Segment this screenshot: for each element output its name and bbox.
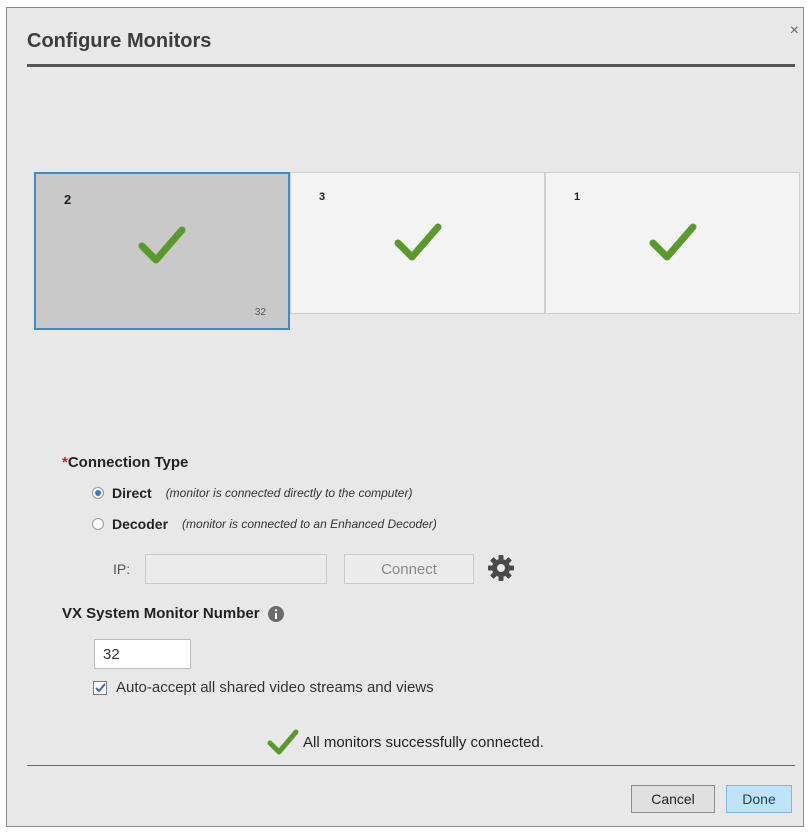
radio-hint-decoder: (monitor is connected to an Enhanced Dec… [182, 517, 437, 531]
monitor-number: 1 [574, 191, 581, 203]
monitor-number: 2 [64, 192, 72, 207]
footer-divider [27, 765, 795, 766]
close-icon[interactable]: × [790, 22, 799, 40]
monitor-vx-number: 32 [254, 307, 266, 318]
connect-button[interactable]: Connect [344, 554, 474, 584]
status-message: All monitors successfully connected. [303, 733, 544, 751]
monitor-tile-2[interactable]: 2 32 [34, 172, 290, 330]
radio-decoder[interactable]: Decoder (monitor is connected to an Enha… [92, 516, 437, 532]
monitor-tile-1[interactable]: 1 [545, 172, 800, 314]
monitor-number: 3 [319, 191, 326, 203]
radio-button-decoder[interactable] [92, 518, 104, 530]
radio-hint-direct: (monitor is connected directly to the co… [165, 486, 413, 500]
ip-input[interactable] [145, 554, 327, 584]
success-check-icon [267, 729, 299, 755]
check-icon [394, 223, 441, 261]
vx-monitor-number-input[interactable]: 32 [94, 639, 191, 669]
radio-button-direct[interactable] [92, 487, 104, 499]
ip-label: IP: [113, 561, 131, 577]
connection-status: All monitors successfully connected. [267, 729, 544, 755]
dialog-title: Configure Monitors [27, 30, 212, 52]
radio-direct[interactable]: Direct (monitor is connected directly to… [92, 485, 412, 501]
connection-type-label: *Connection Type [62, 454, 189, 471]
checkmark-icon [94, 682, 106, 692]
auto-accept-label: Auto-accept all shared video streams and… [116, 679, 434, 696]
done-button[interactable]: Done [726, 785, 792, 813]
radio-label-decoder: Decoder [112, 516, 169, 532]
check-icon [649, 223, 696, 261]
configure-monitors-dialog: Configure Monitors × 2 32 3 1 *Connectio… [6, 7, 804, 827]
auto-accept-checkbox[interactable] [93, 680, 107, 695]
cancel-button[interactable]: Cancel [631, 785, 715, 813]
monitor-tile-3[interactable]: 3 [290, 172, 545, 314]
radio-label-direct: Direct [112, 485, 152, 501]
gear-icon[interactable] [487, 554, 515, 582]
check-icon [138, 226, 186, 264]
auto-accept-option[interactable]: Auto-accept all shared video streams and… [93, 679, 434, 696]
info-icon[interactable] [267, 606, 284, 623]
title-divider [27, 64, 795, 67]
vx-monitor-number-label: VX System Monitor Number [62, 605, 284, 623]
